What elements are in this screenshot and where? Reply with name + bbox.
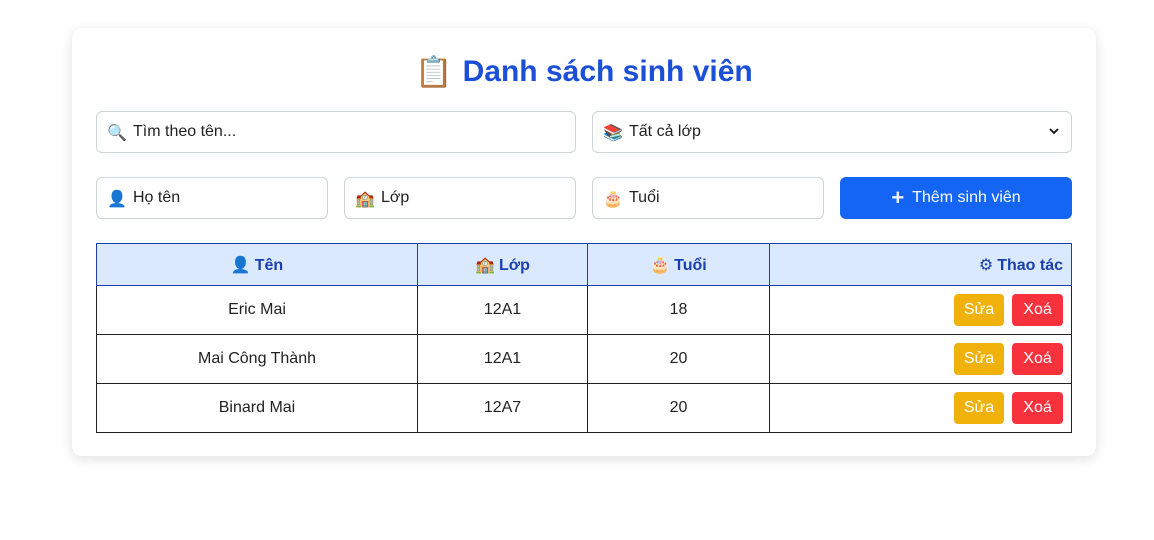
age-placeholder: Tuổi <box>629 189 660 206</box>
person-icon: 👤 <box>107 188 127 208</box>
cake-icon: 🎂 <box>650 254 671 274</box>
school-icon: 🏫 <box>475 254 495 274</box>
add-student-button[interactable]: + Thêm sinh viên <box>840 177 1072 219</box>
class-filter-select[interactable]: 📚 Tất cả lớp <box>592 111 1072 153</box>
chevron-down-icon <box>1049 128 1059 135</box>
edit-button[interactable]: Sửa <box>954 392 1004 424</box>
school-icon: 🏫 <box>355 188 375 208</box>
class-filter-value: Tất cả lớp <box>629 123 701 140</box>
search-icon: 🔍 <box>107 122 127 142</box>
student-table: 👤 Tên 🏫 Lớp 🎂 Tuổi ⚙ Thao tác Eric Mai 12A1 … <box>96 243 1072 433</box>
search-input[interactable]: 🔍 Tìm theo tên... <box>96 111 576 153</box>
table-header-row: 👤 Tên 🏫 Lớp 🎂 Tuổi ⚙ Thao tác <box>96 243 1072 286</box>
column-header-actions: ⚙ Thao tác <box>769 243 1072 286</box>
cell-age: 20 <box>587 383 770 433</box>
class-placeholder: Lớp <box>381 189 410 206</box>
class-field[interactable]: 🏫 Lớp <box>344 177 576 219</box>
student-list-card: 📋 Danh sách sinh viên 🔍 Tìm theo tên... … <box>72 28 1096 456</box>
age-field[interactable]: 🎂 Tuổi <box>592 177 824 219</box>
cell-name: Eric Mai <box>96 285 418 335</box>
column-header-class[interactable]: 🏫 Lớp <box>417 243 588 286</box>
edit-button[interactable]: Sửa <box>954 294 1004 326</box>
name-placeholder: Họ tên <box>133 189 181 206</box>
add-student-label: Thêm sinh viên <box>912 189 1021 206</box>
column-header-name[interactable]: 👤 Tên <box>96 243 418 286</box>
name-field[interactable]: 👤 Họ tên <box>96 177 328 219</box>
edit-button[interactable]: Sửa <box>954 343 1004 375</box>
column-header-name-label: Tên <box>254 256 284 274</box>
delete-button[interactable]: Xoá <box>1012 294 1063 326</box>
person-icon: 👤 <box>230 254 251 274</box>
cell-actions: Sửa Xoá <box>769 285 1072 335</box>
cake-icon: 🎂 <box>603 188 623 208</box>
cell-actions: Sửa Xoá <box>769 334 1072 384</box>
page-title: 📋 Danh sách sinh viên <box>72 52 1096 92</box>
cell-name: Mai Công Thành <box>96 334 418 384</box>
books-icon: 📚 <box>603 122 623 142</box>
cell-class: 12A7 <box>417 383 588 433</box>
table-row: Binard Mai 12A7 20 Sửa Xoá <box>96 383 1072 433</box>
plus-icon: + <box>891 185 905 210</box>
search-placeholder: Tìm theo tên... <box>133 123 237 140</box>
cell-name: Binard Mai <box>96 383 418 433</box>
delete-button[interactable]: Xoá <box>1012 392 1063 424</box>
clipboard-icon: 📋 <box>415 54 453 90</box>
table-row: Eric Mai 12A1 18 Sửa Xoá <box>96 285 1072 335</box>
cell-actions: Sửa Xoá <box>769 383 1072 433</box>
cell-age: 18 <box>587 285 770 335</box>
cell-class: 12A1 <box>417 285 588 335</box>
page-title-text: Danh sách sinh viên <box>462 55 753 88</box>
gear-icon: ⚙ <box>978 254 994 274</box>
table-row: Mai Công Thành 12A1 20 Sửa Xoá <box>96 334 1072 384</box>
column-header-actions-label: Thao tác <box>997 256 1063 274</box>
cell-class: 12A1 <box>417 334 588 384</box>
cell-age: 20 <box>587 334 770 384</box>
column-header-age-label: Tuổi <box>674 256 707 274</box>
column-header-age[interactable]: 🎂 Tuổi <box>587 243 770 286</box>
column-header-class-label: Lớp <box>499 256 530 274</box>
delete-button[interactable]: Xoá <box>1012 343 1063 375</box>
